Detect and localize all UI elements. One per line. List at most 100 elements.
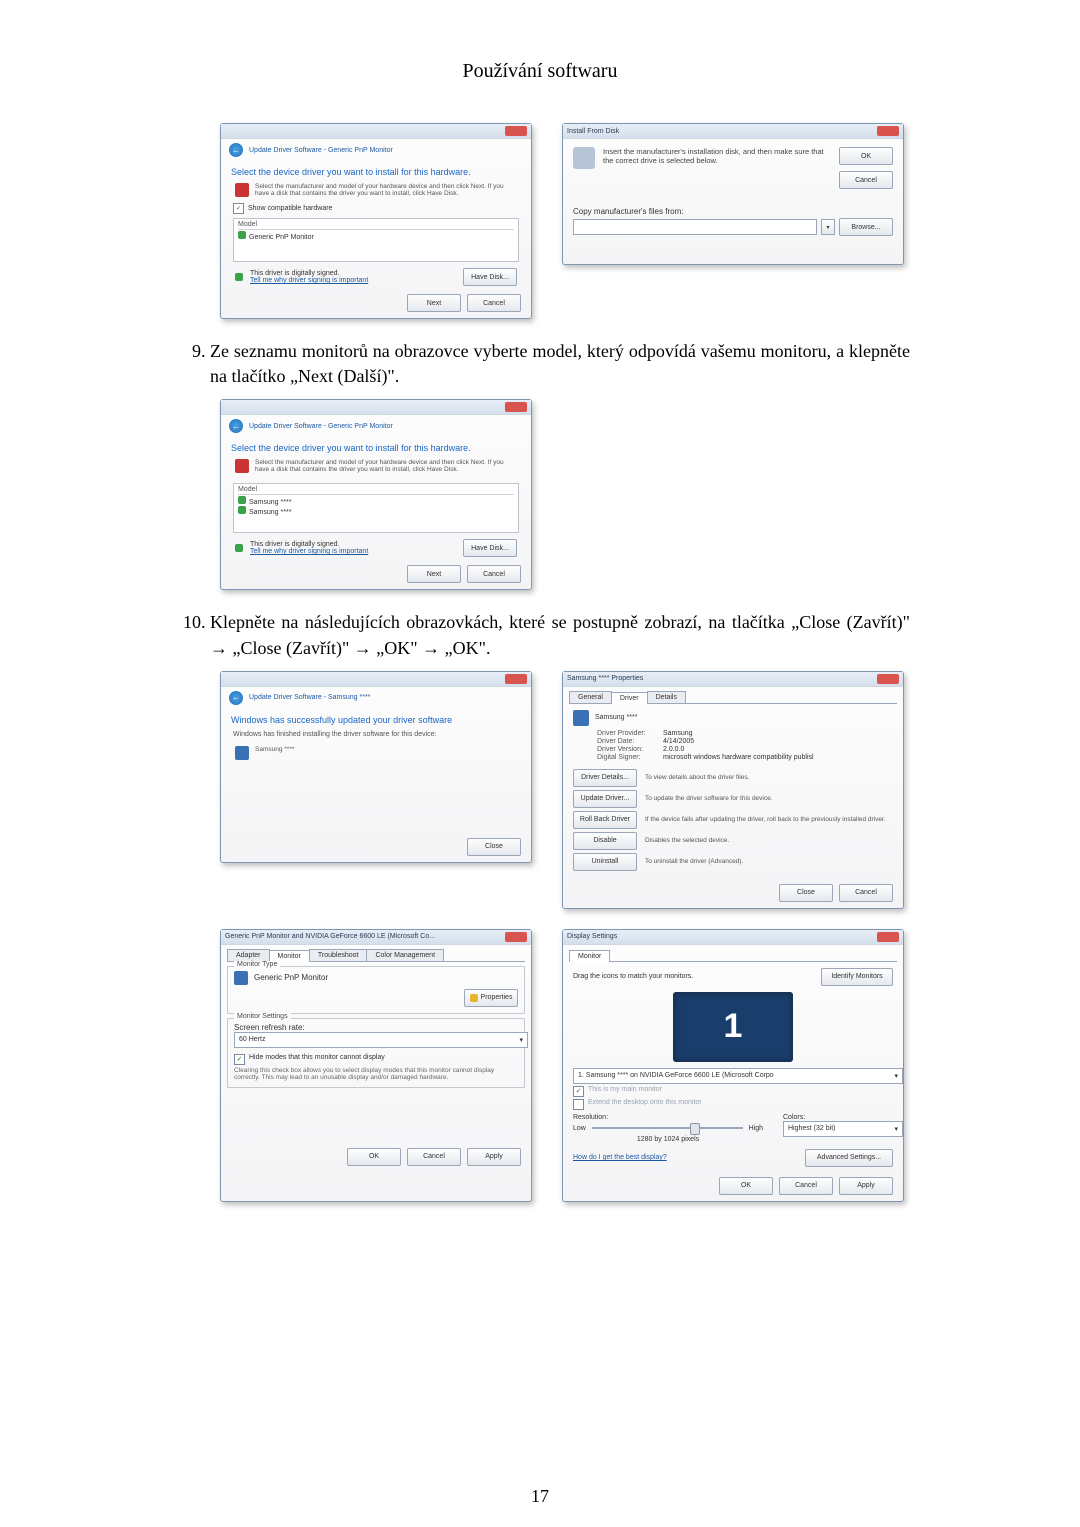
page-title: Používání softwaru (170, 60, 910, 83)
description: To update the driver software for this d… (645, 795, 893, 802)
why-signing-link[interactable]: Tell me why driver signing is important (250, 548, 368, 555)
next-button[interactable]: Next (407, 294, 461, 312)
description: Disables the selected device. (645, 837, 893, 844)
description: To uninstall the driver (Advanced). (645, 858, 893, 865)
list-item[interactable]: Samsung **** (249, 499, 291, 506)
cancel-button[interactable]: Cancel (407, 1148, 461, 1166)
back-icon[interactable]: ← (229, 691, 243, 705)
cancel-button[interactable]: Cancel (839, 171, 893, 189)
shield-icon (235, 273, 243, 281)
list-item[interactable]: Generic PnP Monitor (249, 234, 314, 241)
tab-troubleshoot[interactable]: Troubleshoot (309, 949, 368, 961)
group-label: Monitor Type (234, 961, 280, 968)
tab-monitor[interactable]: Monitor (569, 950, 610, 962)
description: To view details about the driver files. (645, 774, 893, 781)
monitor-properties-dialog: Generic PnP Monitor and NVIDIA GeForce 6… (220, 929, 532, 1202)
wizard-heading: Select the device driver you want to ins… (221, 161, 531, 179)
shield-icon (470, 994, 478, 1002)
update-driver-wizard-1: ← Update Driver Software - Generic PnP M… (220, 123, 532, 319)
tab-color-management[interactable]: Color Management (366, 949, 444, 961)
apply-button[interactable]: Apply (839, 1177, 893, 1195)
close-button[interactable]: Close (467, 838, 521, 856)
value: 4/14/2005 (663, 738, 694, 745)
close-icon[interactable] (505, 402, 527, 412)
resolution-value: 1280 by 1024 pixels (573, 1136, 763, 1143)
browse-button[interactable]: Browse... (839, 218, 893, 236)
properties-button[interactable]: Properties (464, 989, 518, 1007)
main-monitor-checkbox[interactable]: ✓ (573, 1086, 584, 1097)
cancel-button[interactable]: Cancel (779, 1177, 833, 1195)
dialog-title: Generic PnP Monitor and NVIDIA GeForce 6… (225, 933, 435, 940)
colors-select[interactable]: Highest (32 bit)▾ (783, 1121, 903, 1137)
chevron-down-icon: ▾ (519, 1036, 523, 1044)
close-icon[interactable] (877, 126, 899, 136)
update-driver-button[interactable]: Update Driver... (573, 790, 637, 808)
display-settings-dialog: Display Settings Monitor Drag the icons … (562, 929, 904, 1202)
signed-text: This driver is digitally signed. (250, 270, 368, 277)
refresh-rate-label: Screen refresh rate: (234, 1023, 518, 1032)
model-listbox[interactable]: Model Samsung **** Samsung **** (233, 483, 519, 533)
tab-details[interactable]: Details (647, 691, 686, 703)
wizard-subtext: Select the manufacturer and model of you… (255, 183, 517, 197)
apply-button[interactable]: Apply (467, 1148, 521, 1166)
why-signing-link[interactable]: Tell me why driver signing is important (250, 277, 368, 284)
copy-from-input[interactable] (573, 219, 817, 235)
monitor-select[interactable]: 1. Samsung **** on NVIDIA GeForce 6600 L… (573, 1068, 903, 1084)
close-button[interactable]: Close (779, 884, 833, 902)
success-heading: Windows has successfully updated your dr… (221, 709, 531, 727)
drag-instructions: Drag the icons to match your monitors. (573, 973, 693, 980)
close-icon[interactable] (877, 932, 899, 942)
disable-button[interactable]: Disable (573, 832, 637, 850)
update-driver-wizard-2: ← Update Driver Software - Generic PnP M… (220, 399, 532, 590)
best-display-link[interactable]: How do I get the best display? (573, 1154, 667, 1161)
install-from-disk-text: Insert the manufacturer's installation d… (603, 147, 831, 189)
identify-monitors-button[interactable]: Identify Monitors (821, 968, 893, 986)
back-icon[interactable]: ← (229, 419, 243, 433)
have-disk-button[interactable]: Have Disk... (463, 268, 517, 286)
close-icon[interactable] (505, 126, 527, 136)
cancel-button[interactable]: Cancel (839, 884, 893, 902)
extend-desktop-checkbox[interactable] (573, 1099, 584, 1110)
disk-icon (235, 183, 249, 197)
cancel-button[interactable]: Cancel (467, 565, 521, 583)
close-icon[interactable] (505, 932, 527, 942)
disk-icon (235, 459, 249, 473)
ok-button[interactable]: OK (839, 147, 893, 165)
uninstall-button[interactable]: Uninstall (573, 853, 637, 871)
chevron-down-icon: ▾ (894, 1125, 898, 1133)
chevron-down-icon[interactable]: ▾ (821, 219, 835, 235)
tab-adapter[interactable]: Adapter (227, 949, 270, 961)
show-compatible-checkbox[interactable]: ✓ (233, 203, 244, 214)
wizard-subtext: Select the manufacturer and model of you… (255, 459, 517, 473)
resolution-label: Resolution: (573, 1114, 763, 1121)
value: microsoft windows hardware compatibility… (663, 754, 814, 761)
group-label: Monitor Settings (234, 1013, 291, 1020)
refresh-rate-select[interactable]: 60 Hertz▾ (234, 1032, 528, 1048)
driver-details-button[interactable]: Driver Details... (573, 769, 637, 787)
have-disk-button[interactable]: Have Disk... (463, 539, 517, 557)
ok-button[interactable]: OK (347, 1148, 401, 1166)
close-icon[interactable] (505, 674, 527, 684)
shield-icon (238, 231, 246, 239)
model-header: Model (238, 486, 514, 495)
next-button[interactable]: Next (407, 565, 461, 583)
device-name: Samsung **** (255, 746, 294, 760)
monitor-icon (235, 746, 249, 760)
model-listbox[interactable]: Model Generic PnP Monitor (233, 218, 519, 262)
tab-driver[interactable]: Driver (611, 692, 648, 704)
resolution-slider[interactable] (592, 1127, 743, 1129)
ok-button[interactable]: OK (719, 1177, 773, 1195)
label: Driver Date: (597, 738, 657, 745)
cancel-button[interactable]: Cancel (467, 294, 521, 312)
hide-modes-checkbox[interactable]: ✓ (234, 1054, 245, 1065)
advanced-settings-button[interactable]: Advanced Settings... (805, 1149, 893, 1167)
rollback-driver-button[interactable]: Roll Back Driver (573, 811, 637, 829)
tab-general[interactable]: General (569, 691, 612, 703)
update-driver-success: ← Update Driver Software - Samsung **** … (220, 671, 532, 863)
back-icon[interactable]: ← (229, 143, 243, 157)
shield-icon (238, 506, 246, 514)
monitor-preview[interactable]: 1 (673, 992, 793, 1062)
list-item[interactable]: Samsung **** (249, 509, 291, 516)
model-header: Model (238, 221, 514, 230)
close-icon[interactable] (877, 674, 899, 684)
